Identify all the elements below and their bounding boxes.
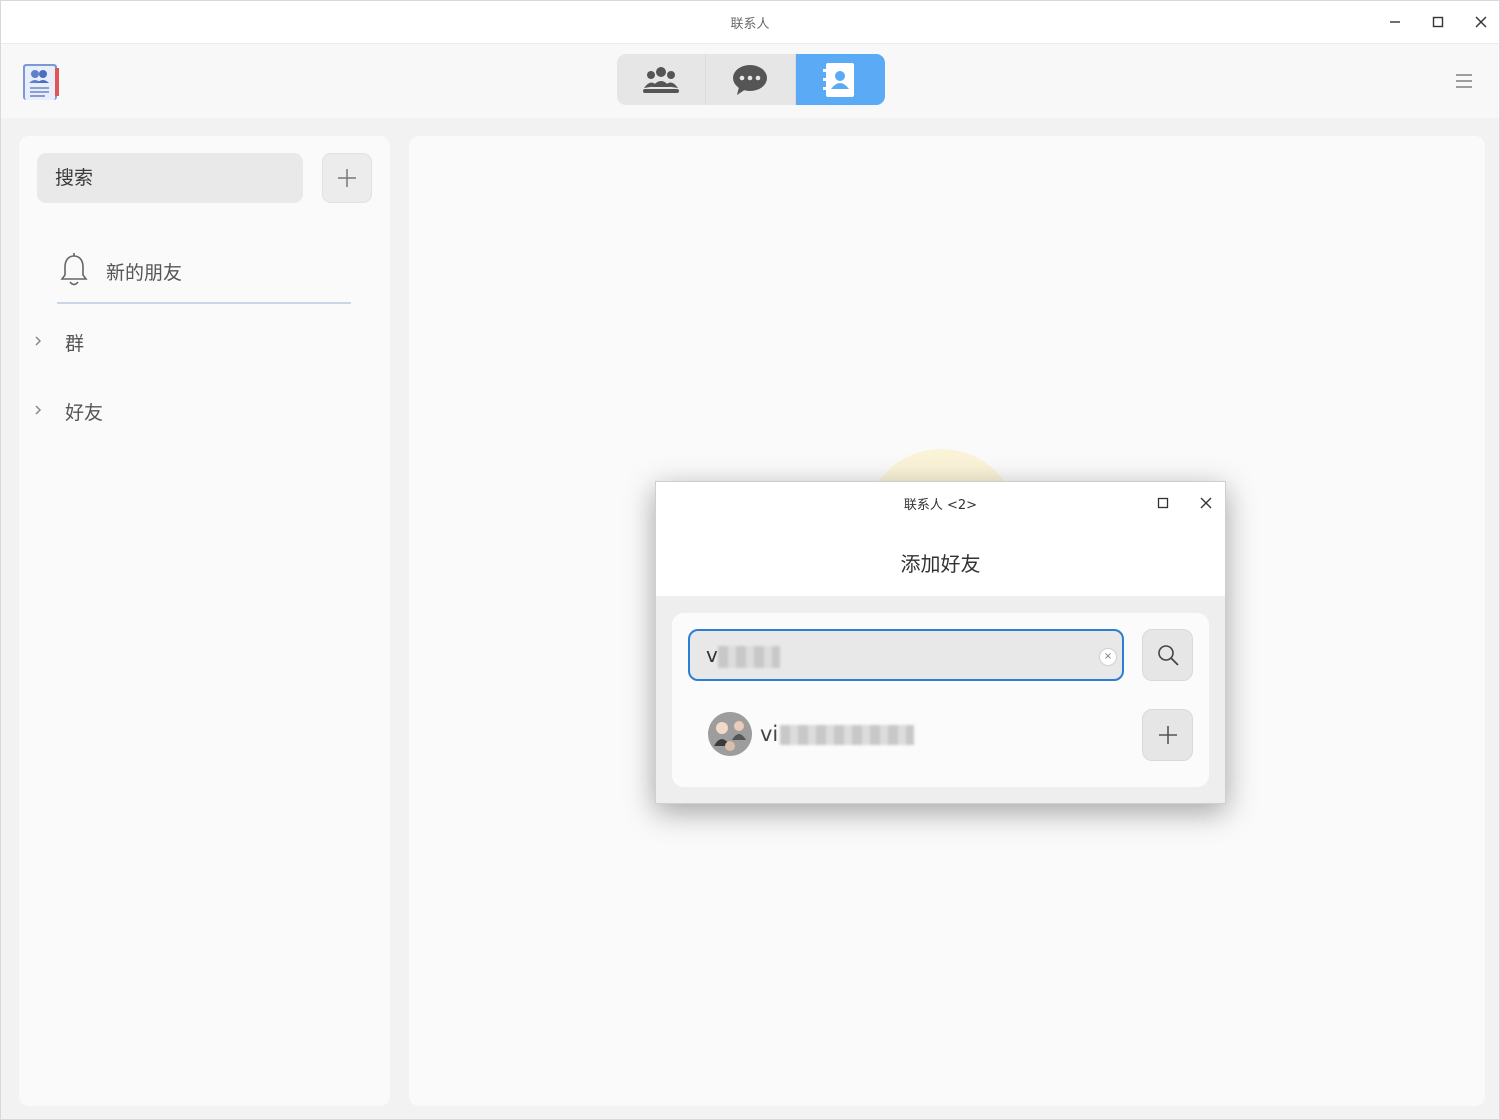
window-title: 联系人 <box>730 17 770 32</box>
close-button[interactable] <box>1469 10 1493 34</box>
tab-contacts[interactable] <box>795 54 885 105</box>
add-friend-button[interactable] <box>1142 709 1193 761</box>
result-username: vi <box>760 722 915 746</box>
contact-card-icon <box>823 62 855 97</box>
section-friends[interactable]: 好友 <box>31 391 371 431</box>
avatar <box>708 712 752 756</box>
hamburger-menu-icon <box>1456 74 1472 88</box>
redacted-text <box>717 645 780 668</box>
new-friends-item[interactable]: 新的朋友 <box>57 246 351 304</box>
section-groups[interactable]: 群 <box>31 322 371 362</box>
tab-groups[interactable] <box>617 54 707 105</box>
section-friends-label: 好友 <box>65 402 104 424</box>
bell-icon <box>60 253 88 286</box>
new-friends-label: 新的朋友 <box>106 262 183 284</box>
view-switcher <box>617 54 885 105</box>
search-icon <box>1157 645 1179 666</box>
dialog-body: v × vi <box>656 596 1225 803</box>
main-menu-button[interactable] <box>1451 68 1477 94</box>
section-groups-label: 群 <box>65 333 85 355</box>
chevron-right-icon <box>35 336 42 346</box>
friend-search-value: v <box>706 643 718 667</box>
chat-bubble-icon <box>733 64 768 95</box>
add-friend-dialog: 联系人 <2> 添加好友 v × vi <box>655 481 1226 804</box>
tab-chats[interactable] <box>706 54 796 105</box>
dialog-close-button[interactable] <box>1195 492 1217 514</box>
search-input[interactable]: 搜索 <box>37 153 303 203</box>
close-icon <box>1200 497 1212 509</box>
plus-icon <box>1158 726 1177 744</box>
chevron-right-icon <box>35 405 42 415</box>
add-friend-card: v × vi <box>672 613 1209 787</box>
title-bar: 联系人 <box>1 1 1499 44</box>
app-logo-icon <box>19 60 63 104</box>
close-icon <box>1475 16 1487 28</box>
search-result-item: vi <box>708 712 1188 758</box>
contacts-sidebar: 搜索 新的朋友 群 好友 <box>19 136 390 1106</box>
dialog-title: 联系人 <2> <box>903 498 978 513</box>
maximize-button[interactable] <box>1426 10 1450 34</box>
minimize-button[interactable] <box>1383 10 1407 34</box>
add-contact-button[interactable] <box>322 153 372 203</box>
dialog-maximize-button[interactable] <box>1152 492 1174 514</box>
friend-search-input[interactable]: v × <box>688 629 1124 681</box>
group-icon <box>643 66 680 93</box>
clear-input-icon[interactable]: × <box>1099 648 1117 666</box>
minimize-icon <box>1390 21 1400 23</box>
plus-icon <box>338 169 356 187</box>
dialog-heading: 添加好友 <box>900 552 981 576</box>
search-button[interactable] <box>1142 629 1193 681</box>
toolbar <box>1 44 1499 118</box>
maximize-icon <box>1432 16 1444 28</box>
maximize-icon <box>1157 497 1169 509</box>
